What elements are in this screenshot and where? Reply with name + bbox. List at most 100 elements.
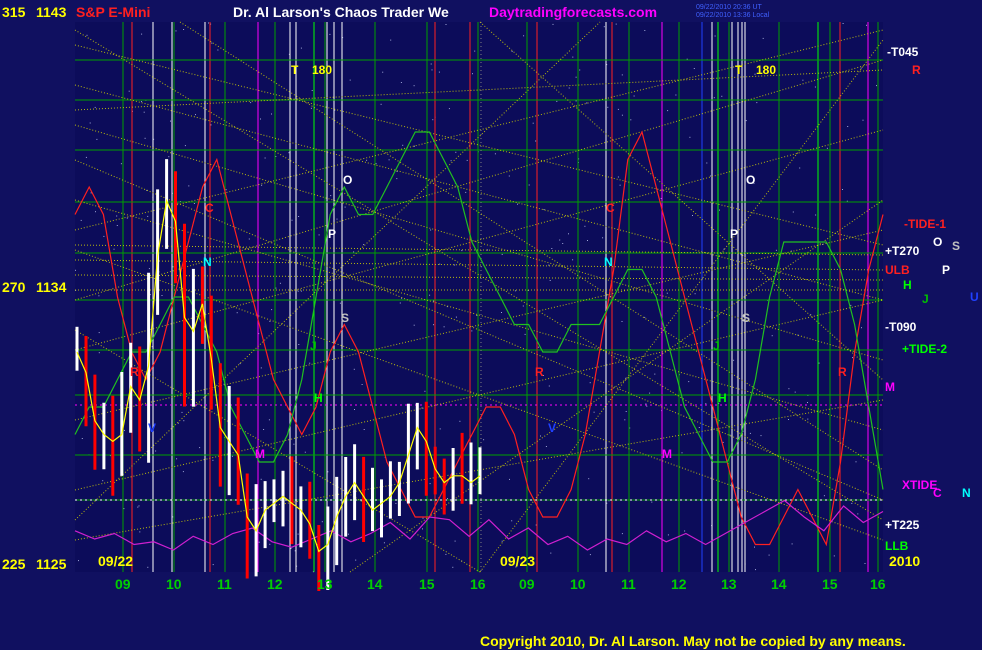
hour-tick-label: 15 xyxy=(419,576,435,592)
chart-event-label: P xyxy=(730,227,738,241)
hour-tick-label: 16 xyxy=(470,576,486,592)
star xyxy=(388,159,390,161)
star xyxy=(729,434,731,436)
right-legend-label: +T270 xyxy=(885,244,920,258)
star xyxy=(543,209,545,210)
star xyxy=(293,443,295,445)
hour-tick-label: 11 xyxy=(217,576,232,592)
star xyxy=(788,419,789,420)
hour-tick-label: 13 xyxy=(721,576,737,592)
star xyxy=(584,225,586,227)
star xyxy=(268,419,270,421)
star xyxy=(847,126,849,127)
star xyxy=(85,156,87,158)
star xyxy=(713,97,715,99)
star xyxy=(148,268,150,270)
star xyxy=(710,175,711,177)
author-title: Dr. Al Larson's Chaos Trader We xyxy=(233,4,449,20)
star xyxy=(236,312,238,314)
star xyxy=(792,211,794,213)
axis-mid-price: 1134 xyxy=(36,279,67,295)
star xyxy=(807,402,808,403)
star xyxy=(568,233,569,235)
star xyxy=(667,110,669,112)
star xyxy=(375,163,377,165)
star xyxy=(103,235,105,237)
star xyxy=(363,429,365,430)
star xyxy=(666,292,668,294)
star xyxy=(692,215,693,216)
star xyxy=(120,163,122,165)
star xyxy=(589,554,591,556)
star xyxy=(799,167,801,169)
star xyxy=(857,513,859,515)
chart-event-label: M xyxy=(255,447,265,461)
hour-tick-label: 14 xyxy=(367,576,383,592)
star xyxy=(183,29,185,30)
star xyxy=(681,452,683,454)
star xyxy=(128,90,130,92)
star xyxy=(454,264,456,266)
star xyxy=(508,175,510,177)
right-legend-label: S xyxy=(952,239,960,253)
star xyxy=(575,100,577,102)
chart-event-label: P xyxy=(328,227,336,241)
star xyxy=(842,23,844,24)
star xyxy=(429,483,431,485)
chart-event-label: V xyxy=(148,421,156,435)
star xyxy=(413,324,415,326)
star xyxy=(421,407,423,409)
star xyxy=(722,441,724,443)
star xyxy=(175,30,177,32)
star xyxy=(589,382,591,384)
star xyxy=(422,517,424,519)
right-legend-label: +TIDE-2 xyxy=(902,342,947,356)
star xyxy=(684,530,686,532)
star xyxy=(644,316,646,318)
star xyxy=(188,185,190,187)
star xyxy=(602,237,604,239)
star xyxy=(382,71,384,73)
star xyxy=(617,176,619,178)
star xyxy=(89,122,91,124)
star xyxy=(535,140,537,142)
star xyxy=(509,478,510,480)
star xyxy=(363,244,365,246)
star xyxy=(528,184,530,186)
star xyxy=(217,49,219,51)
right-legend-label: ULB xyxy=(885,263,910,277)
hour-tick-label: 11 xyxy=(621,576,636,592)
star xyxy=(102,480,104,482)
right-legend-label: -T090 xyxy=(885,320,917,334)
star xyxy=(327,471,329,473)
star xyxy=(297,290,299,292)
star xyxy=(476,314,478,316)
star xyxy=(755,569,756,571)
star xyxy=(413,145,415,147)
star xyxy=(210,124,212,126)
star xyxy=(646,405,648,407)
star xyxy=(98,295,100,297)
star xyxy=(116,215,118,217)
star xyxy=(261,184,263,186)
star xyxy=(514,290,516,292)
chart-event-label: H xyxy=(718,391,727,405)
star xyxy=(264,157,266,159)
site-link[interactable]: Daytradingforecasts.com xyxy=(489,4,657,20)
star xyxy=(288,152,290,154)
star xyxy=(876,85,877,87)
star xyxy=(740,254,742,256)
star xyxy=(749,432,751,434)
star xyxy=(151,346,153,348)
star xyxy=(771,335,773,337)
star xyxy=(161,295,163,296)
star xyxy=(344,206,346,208)
star xyxy=(181,411,183,413)
star xyxy=(550,552,552,554)
star xyxy=(540,435,541,437)
star xyxy=(607,106,609,108)
star xyxy=(271,113,272,115)
right-legend-label: R xyxy=(912,63,921,77)
star xyxy=(269,320,271,322)
star xyxy=(466,159,468,161)
